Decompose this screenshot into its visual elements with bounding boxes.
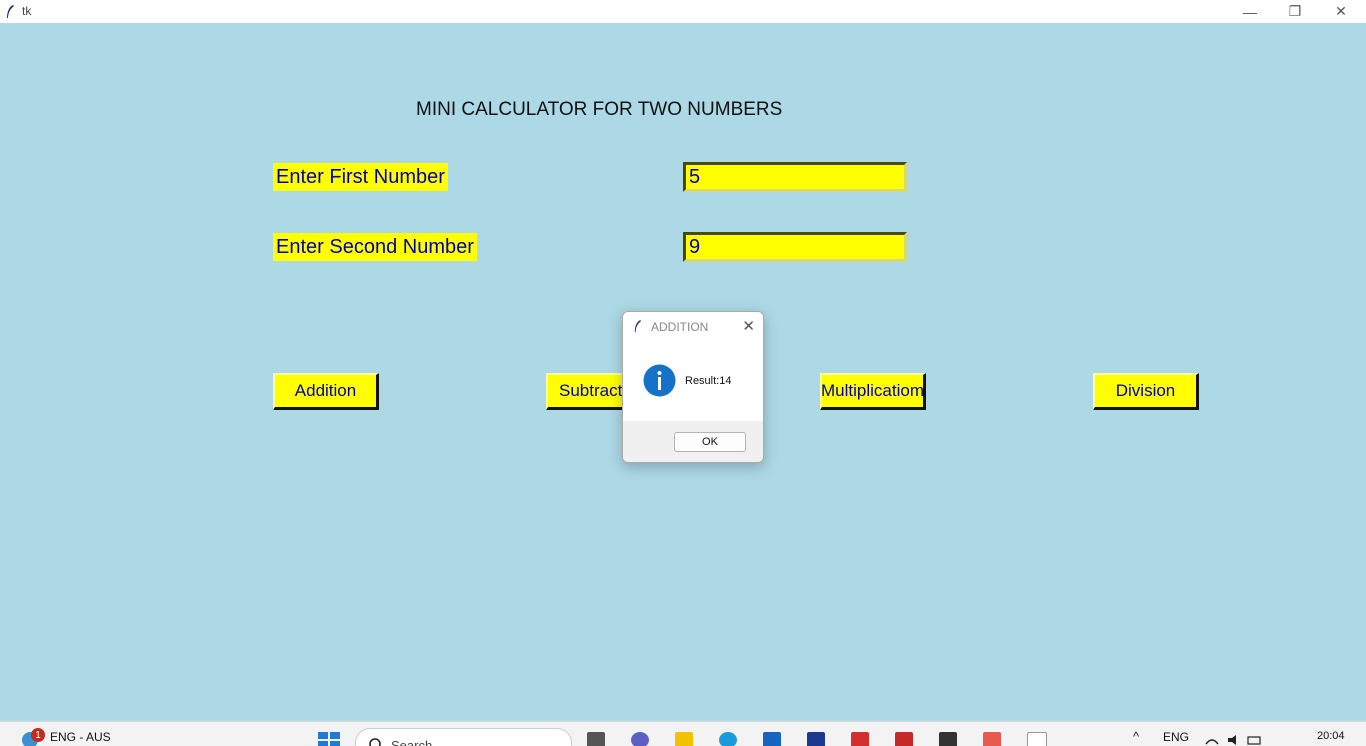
clock-time[interactable]: 20:04 — [1317, 730, 1345, 742]
ok-button[interactable]: OK — [674, 432, 746, 452]
window-title: tk — [22, 4, 32, 18]
start-windows-icon[interactable] — [318, 732, 340, 746]
info-icon — [643, 364, 676, 397]
second-number-label: Enter Second Number — [273, 233, 477, 261]
tk-feather-icon — [634, 320, 642, 332]
close-window-button[interactable]: ✕ — [1318, 0, 1364, 23]
network-sound-battery-icon[interactable] — [1204, 734, 1264, 746]
task-view-icon[interactable] — [587, 732, 605, 746]
first-number-input[interactable] — [683, 162, 907, 192]
dialog-message: Result:14 — [685, 375, 732, 387]
search-icon — [369, 738, 381, 746]
microsoft-store-icon[interactable] — [763, 732, 781, 746]
tk-app-icon[interactable] — [983, 732, 1001, 746]
file-explorer-icon[interactable] — [675, 732, 693, 746]
page-title: MINI CALCULATOR FOR TWO NUMBERS — [416, 99, 783, 120]
window-titlebar[interactable]: tk — ❐ ✕ — [0, 0, 1366, 23]
multiplication-button[interactable]: Multiplicatiom — [820, 373, 926, 410]
app-blue-icon[interactable] — [807, 732, 825, 746]
second-number-input[interactable] — [683, 232, 907, 262]
show-hidden-icons-chevron-icon[interactable]: ^ — [1133, 729, 1139, 744]
mcafee-icon[interactable] — [895, 732, 913, 746]
search-placeholder: Search — [391, 738, 433, 746]
dialog-footer: OK — [623, 421, 763, 462]
teams-chat-icon[interactable] — [631, 732, 649, 746]
dialog-title: ADDITION — [651, 320, 709, 334]
tray-language[interactable]: ENG — [1163, 730, 1189, 744]
close-icon: ✕ — [1335, 3, 1347, 19]
terminal-icon[interactable] — [939, 732, 957, 746]
division-button[interactable]: Division — [1093, 373, 1199, 410]
minimize-button[interactable]: — — [1227, 0, 1273, 23]
maximize-icon: ❐ — [1288, 3, 1302, 19]
notification-badge: 1 — [31, 728, 45, 742]
first-number-label: Enter First Number — [273, 163, 448, 191]
result-dialog: ADDITION ✕ Result:14 OK — [622, 311, 764, 463]
document-icon[interactable] — [1027, 732, 1047, 746]
taskbar-search[interactable]: Search — [355, 728, 572, 746]
addition-button[interactable]: Addition — [273, 373, 379, 410]
edge-browser-icon[interactable] — [719, 732, 737, 746]
maximize-button[interactable]: ❐ — [1272, 0, 1318, 23]
dialog-close-button[interactable]: ✕ — [742, 317, 755, 335]
desktop-screen: tk — ❐ ✕ MINI CALCULATOR FOR TWO NUMBERS… — [0, 0, 1366, 746]
input-language-indicator[interactable]: ENG - AUS — [50, 730, 111, 744]
tk-feather-icon — [7, 5, 14, 18]
app-red-icon[interactable] — [851, 732, 869, 746]
minimize-icon: — — [1243, 3, 1257, 20]
taskbar: 1 ENG - AUS Search ^ ENG 20:04 — [0, 721, 1366, 746]
